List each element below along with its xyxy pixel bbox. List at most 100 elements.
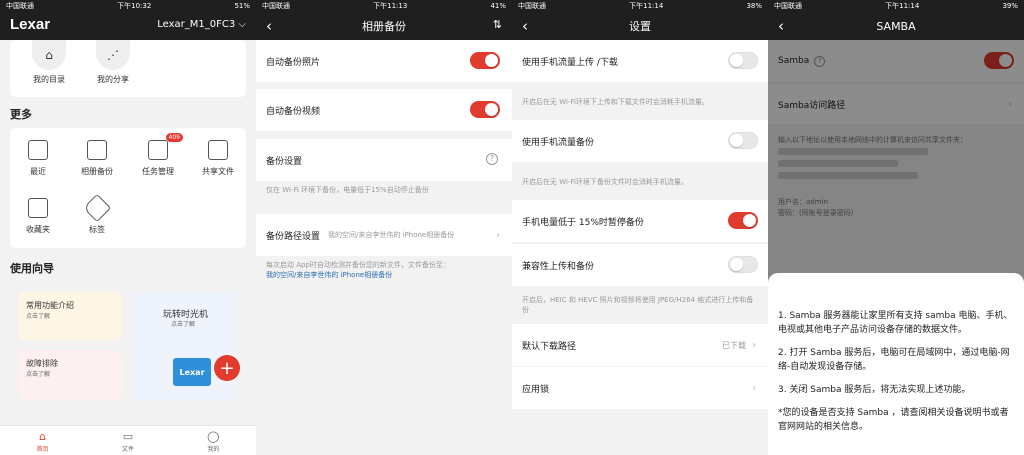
backup-path-row[interactable]: 备份路径设置 我的空间/来自李世伟的 iPhone相册备份 › <box>256 214 512 256</box>
guide-card-sub: 点击了解 <box>26 313 51 320</box>
grid-label: 任务管理 <box>142 167 174 176</box>
task-count-badge: 409 <box>165 133 183 142</box>
grid-label: 最近 <box>30 167 46 176</box>
guide-card-time-machine[interactable]: 玩转时光机 点击了解 Lexar <box>133 292 237 400</box>
auto-backup-photo-row: 自动备份照片 <box>256 40 512 82</box>
shortcut-label: 我的目录 <box>33 75 65 84</box>
tab-label: 文件 <box>121 446 134 453</box>
sheet-paragraph: 1. Samba 服务器能让家里所有支持 samba 电脑、手机、电视或其他电子… <box>778 311 1013 335</box>
guide-card-title: 常用功能介绍 <box>26 301 74 310</box>
tab-files[interactable]: ▭ 文件 <box>85 426 170 455</box>
samba-screen: 中国联通 下午11:14 39% ‹ SAMBA Samba ? Samba访问… <box>768 0 1024 455</box>
carrier: 中国联通 <box>774 2 802 10</box>
carrier: 中国联通 <box>262 2 290 10</box>
back-icon[interactable]: ‹ <box>778 17 784 35</box>
tab-label: 首页 <box>36 446 49 453</box>
battery: 39% <box>1002 2 1018 10</box>
task-icon: 409 <box>148 133 183 160</box>
guide-card-sub: 点击了解 <box>171 321 196 328</box>
calendar-icon <box>28 140 48 160</box>
page-title: 设置 <box>629 20 651 33</box>
more-title: 更多 <box>10 108 32 121</box>
sheet-paragraph: *您的设备是否支持 Samba ，请查阅相关设备说明书或者官网网站的相关信息。 <box>778 408 1009 432</box>
time: 下午11:13 <box>373 2 408 10</box>
mobile-data-backup-row: 使用手机流量备份 <box>512 120 768 162</box>
add-button[interactable]: + <box>214 355 240 381</box>
row-label: 备份路径设置 <box>266 231 321 242</box>
tab-home[interactable]: ⌂ 首页 <box>0 426 85 455</box>
back-icon[interactable]: ‹ <box>266 17 272 35</box>
settings-screen: 中国联通 下午11:14 38% ‹ 设置 使用手机流量上传 /下载 开启后在无… <box>512 0 768 455</box>
share-network-icon <box>208 140 228 160</box>
backup-header: 中国联通 下午11:13 41% ‹ 相册备份 ⇅ <box>256 0 512 40</box>
nav-bar: ‹ 设置 <box>512 12 768 40</box>
grid-item-photo-backup[interactable]: 相册备份 <box>72 140 122 177</box>
status-bar: 中国联通 下午11:14 38% <box>512 0 768 12</box>
carrier: 中国联通 <box>6 2 34 10</box>
grid-label: 收藏夹 <box>26 225 50 234</box>
backup-path-note: 每次启动 App时自动检测并备份您的新文件，文件备份至： 我的空间/来自李世伟的… <box>266 260 502 280</box>
row-label: 自动备份照片 <box>266 57 321 68</box>
chevron-right-icon: › <box>496 229 500 241</box>
guide-card-title: 故障排除 <box>26 359 58 368</box>
photo-backup-screen: 中国联通 下午11:13 41% ‹ 相册备份 ⇅ 自动备份照片 自动备份视频 … <box>256 0 512 455</box>
photo-icon <box>87 140 107 160</box>
compatibility-toggle[interactable] <box>728 256 758 273</box>
sheet-paragraph: 3. 关闭 Samba 服务后，将无法实现上述功能。 <box>778 385 971 395</box>
page-title: SAMBA <box>876 19 916 33</box>
guide-title: 使用向导 <box>10 262 54 275</box>
shortcut-label: 我的分享 <box>97 75 129 84</box>
battery: 51% <box>234 2 250 10</box>
my-directory-button[interactable]: ⌂ 我的目录 <box>24 40 74 85</box>
backup-settings-row[interactable]: 备份设置 ? <box>256 139 512 181</box>
chevron-down-icon: ⌵ <box>238 19 246 30</box>
shortcut-card: ⌂ 我的目录 ⋰ 我的分享 <box>10 40 246 97</box>
backup-path-value: 我的空间/来自李世伟的 iPhone相册备份 <box>328 231 455 239</box>
row-label: 手机电量低于 15%时暂停备份 <box>522 217 644 228</box>
nav-bar: ‹ 相册备份 ⇅ <box>256 12 512 40</box>
device-selector[interactable]: Lexar_M1_0FC3 ⌵ <box>157 19 246 30</box>
compatibility-row: 兼容性上传和备份 <box>512 244 768 286</box>
app-lock-row[interactable]: 应用锁 › <box>512 367 768 409</box>
path-note-link[interactable]: 我的空间/来自李世伟的 iPhone相册备份 <box>266 271 392 279</box>
path-note-text: 每次启动 App时自动检测并备份您的新文件，文件备份至： <box>266 261 450 269</box>
my-share-button[interactable]: ⋰ 我的分享 <box>88 40 138 85</box>
tab-label: 我的 <box>207 446 220 453</box>
auto-backup-photo-toggle[interactable] <box>470 52 500 69</box>
grid-item-tags[interactable]: 标签 <box>72 193 122 235</box>
row-label: 使用手机流量备份 <box>522 137 595 148</box>
home-icon: ⌂ <box>32 40 66 70</box>
time: 下午11:14 <box>629 2 664 10</box>
guide-card-features[interactable]: 常用功能介绍 点击了解 <box>18 292 122 340</box>
default-download-path-row[interactable]: 默认下载路径 已下载 › <box>512 324 768 366</box>
backup-settings-note: 仅在 Wi-Fi 环境下备份，电量低于15%自动停止备份 <box>266 186 429 194</box>
guide-card-troubleshoot[interactable]: 故障排除 点击了解 <box>18 350 122 400</box>
row-label: 备份设置 <box>266 156 303 167</box>
folder-icon: ▭ <box>122 430 134 443</box>
mobile-data-backup-toggle[interactable] <box>728 132 758 149</box>
auto-backup-video-toggle[interactable] <box>470 101 500 118</box>
chevron-right-icon: › <box>752 339 756 351</box>
time: 下午11:14 <box>885 2 920 10</box>
back-icon[interactable]: ‹ <box>522 17 528 35</box>
chevron-right-icon: › <box>752 382 756 394</box>
status-bar: 中国联通 下午11:13 41% <box>256 0 512 12</box>
mobile-data-transfer-toggle[interactable] <box>728 52 758 69</box>
grid-item-shared-files[interactable]: 共享文件 <box>193 140 243 177</box>
grid-item-task-manager[interactable]: 409 任务管理 <box>133 133 183 177</box>
grid-item-recent[interactable]: 最近 <box>13 140 63 177</box>
time: 下午10:32 <box>117 2 152 10</box>
battery: 41% <box>490 2 506 10</box>
help-icon[interactable]: ? <box>486 153 498 165</box>
home-screen: 中国联通 下午10:32 51% Lexar Lexar_M1_0FC3 ⌵ ⌂… <box>0 0 256 455</box>
grid-item-favorites[interactable]: 收藏夹 <box>13 198 63 235</box>
guide-card-sub: 点击了解 <box>26 371 51 378</box>
lexar-box-illustration: Lexar <box>173 358 211 386</box>
low-battery-pause-toggle[interactable] <box>728 212 758 229</box>
sort-icon[interactable]: ⇅ <box>493 18 502 31</box>
tab-mine[interactable]: ◯ 我的 <box>171 426 256 455</box>
home-icon: ⌂ <box>39 430 47 443</box>
mobile-data-transfer-row: 使用手机流量上传 /下载 <box>512 40 768 82</box>
bottom-tab-bar: ⌂ 首页 ▭ 文件 ◯ 我的 <box>0 425 256 455</box>
tag-icon <box>82 193 112 223</box>
